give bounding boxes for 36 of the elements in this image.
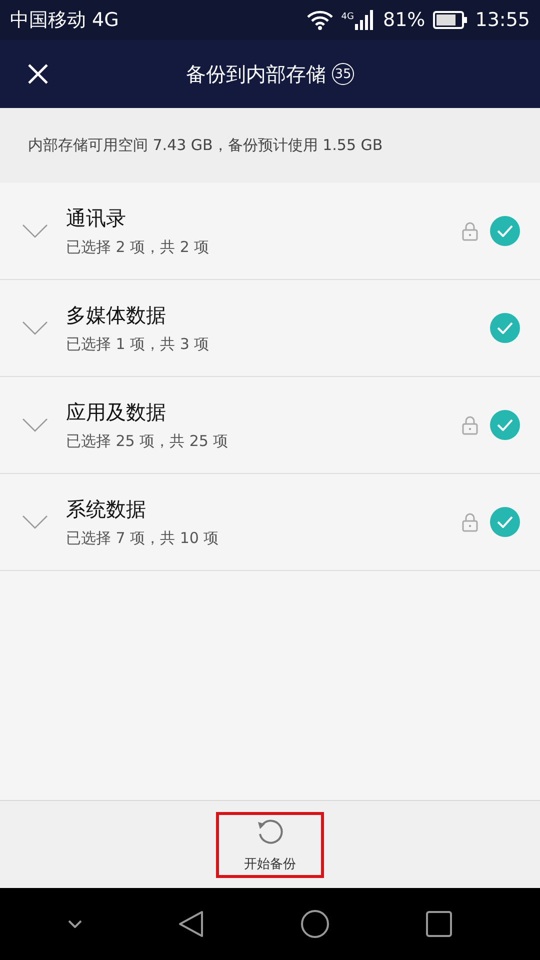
- battery-percent: 81%: [383, 9, 426, 31]
- check-icon: [497, 225, 513, 237]
- storage-info: 内部存储可用空间 7.43 GB，备份预计使用 1.55 GB: [28, 136, 383, 155]
- signal-icon: [355, 10, 375, 30]
- network-type: 4G: [341, 12, 354, 22]
- collapse-chevron-icon[interactable]: [68, 920, 82, 928]
- category-name: 多媒体数据: [66, 302, 167, 329]
- screen-title: 备份到内部存储: [186, 60, 326, 88]
- selection-summary: 已选择 25 项，共 25 项: [66, 432, 230, 451]
- home-icon[interactable]: [300, 909, 330, 939]
- expand-chevron-icon[interactable]: [22, 418, 48, 432]
- check-icon: [497, 419, 513, 431]
- check-icon: [497, 322, 513, 334]
- battery-icon: [433, 11, 468, 29]
- select-checkbox[interactable]: [490, 410, 520, 440]
- recent-apps-icon[interactable]: [426, 911, 452, 937]
- selection-summary: 已选择 1 项，共 3 项: [66, 335, 210, 354]
- clock-time: 13:55: [475, 9, 530, 31]
- start-backup-button[interactable]: 开始备份: [216, 812, 324, 878]
- select-checkbox[interactable]: [490, 313, 520, 343]
- category-name: 应用及数据: [66, 399, 167, 426]
- check-icon: [497, 516, 513, 528]
- category-name: 通讯录: [66, 205, 127, 232]
- selection-summary: 已选择 7 项，共 10 项: [66, 529, 220, 548]
- category-name: 系统数据: [66, 496, 147, 523]
- close-icon: [27, 63, 49, 85]
- expand-chevron-icon[interactable]: [22, 224, 48, 238]
- selection-summary: 已选择 2 项，共 2 项: [66, 238, 210, 257]
- select-checkbox[interactable]: [490, 216, 520, 246]
- carrier-name: 中国移动 4G: [10, 8, 119, 33]
- wifi-icon: [307, 10, 334, 30]
- back-icon[interactable]: [178, 910, 204, 938]
- select-checkbox[interactable]: [490, 507, 520, 537]
- expand-chevron-icon[interactable]: [22, 515, 48, 529]
- expand-chevron-icon[interactable]: [22, 321, 48, 335]
- item-count-badge: 35: [332, 63, 354, 85]
